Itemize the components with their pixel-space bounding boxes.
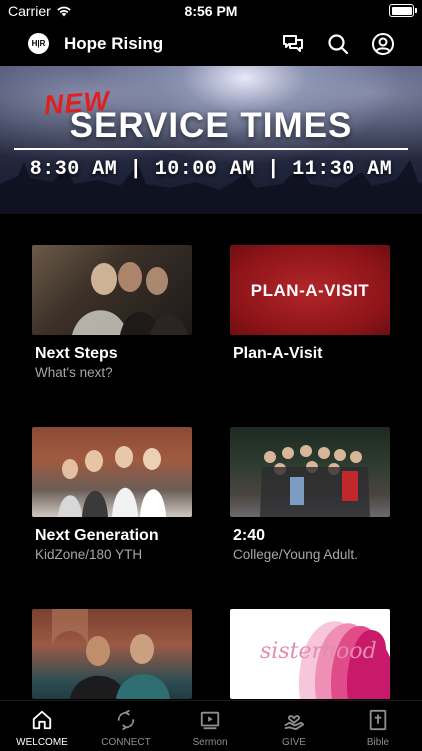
chat-icon[interactable] bbox=[281, 32, 305, 56]
banner-times: 8:30 AM | 10:00 AM | 11:30 AM bbox=[29, 158, 393, 181]
tab-label: Bible bbox=[366, 737, 390, 748]
card-subtitle: What's next? bbox=[35, 365, 113, 380]
plan-a-visit-image-text: PLAN-A-VISIT bbox=[250, 281, 370, 300]
card-image bbox=[32, 427, 192, 517]
tab-welcome[interactable]: WELCOME bbox=[0, 701, 84, 751]
clock: 8:56 PM bbox=[184, 3, 238, 19]
search-icon[interactable] bbox=[326, 32, 350, 56]
tab-label: CONNECT bbox=[101, 737, 151, 748]
service-times-banner[interactable]: NEW SERVICE TIMES 8:30 AM | 10:00 AM | 1… bbox=[0, 66, 422, 214]
card-subtitle: KidZone/180 YTH bbox=[35, 547, 143, 562]
profile-icon[interactable] bbox=[371, 32, 395, 56]
card-image bbox=[32, 245, 192, 335]
card-image bbox=[230, 427, 390, 517]
card-image: sisterhood bbox=[230, 609, 390, 699]
app-logo: H|R bbox=[28, 33, 49, 54]
tab-label: Sermon bbox=[192, 737, 228, 748]
card-image bbox=[32, 609, 192, 699]
tab-give[interactable]: GIVE bbox=[252, 701, 336, 751]
banner-divider bbox=[14, 148, 408, 150]
card-subtitle: College/Young Adult. bbox=[233, 547, 358, 562]
play-icon bbox=[200, 711, 220, 730]
tab-sermon[interactable]: Sermon bbox=[168, 701, 252, 751]
card-title: Next Generation bbox=[35, 527, 159, 544]
tab-bar: WELCOME CONNECT Sermon GIVE Bible bbox=[0, 700, 422, 751]
card-image: PLAN-A-VISIT bbox=[230, 245, 390, 335]
tab-label: WELCOME bbox=[16, 737, 68, 748]
app-header: H|R Hope Rising bbox=[0, 22, 422, 66]
card-title: 2:40 bbox=[233, 527, 266, 544]
give-icon bbox=[284, 715, 305, 731]
home-icon bbox=[32, 710, 52, 730]
bible-icon bbox=[369, 709, 387, 731]
card-title: Next Steps bbox=[35, 345, 118, 362]
app-title: Hope Rising bbox=[64, 34, 164, 53]
status-bar: Carrier 8:56 PM bbox=[0, 0, 422, 22]
battery-icon bbox=[389, 4, 417, 17]
connect-icon bbox=[117, 709, 135, 731]
banner-title: SERVICE TIMES bbox=[69, 106, 353, 145]
card-title: Plan-A-Visit bbox=[233, 345, 323, 362]
tab-label: GIVE bbox=[282, 737, 306, 748]
sisterhood-image-text: sisterhood bbox=[260, 639, 377, 664]
tab-connect[interactable]: CONNECT bbox=[84, 701, 168, 751]
tab-bible[interactable]: Bible bbox=[336, 701, 420, 751]
